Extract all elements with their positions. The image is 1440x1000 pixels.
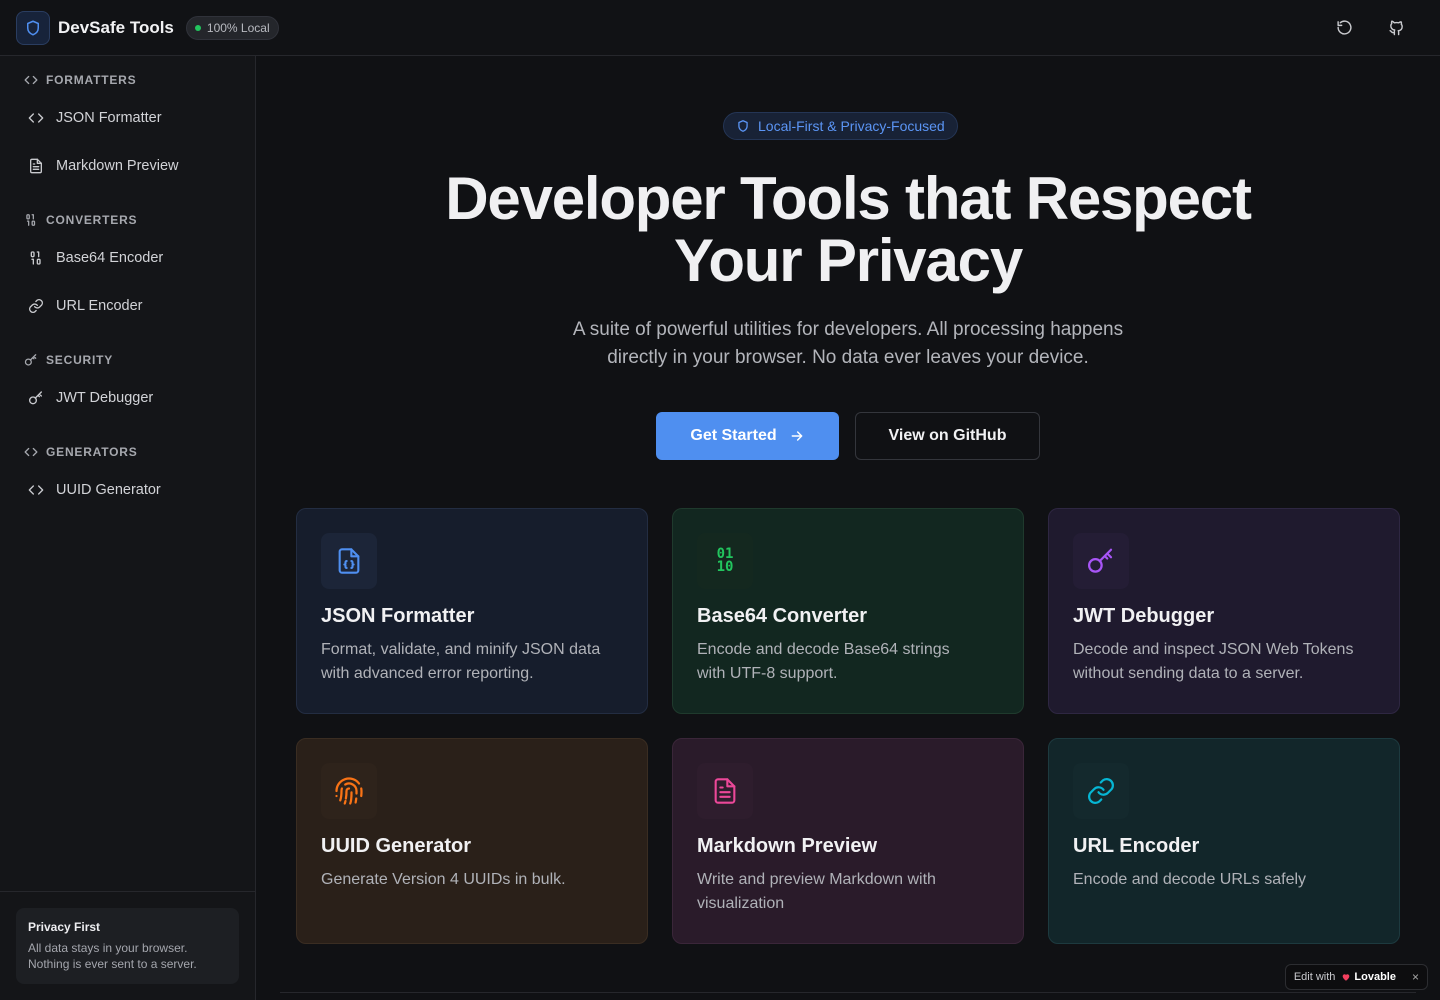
card-desc-line1: Generate Version 4 UUIDs in bulk. [321, 871, 566, 888]
app-logo[interactable] [16, 10, 50, 45]
sidebar-item-label: Base64 Encoder [56, 250, 164, 266]
sidebar-item-label: JWT Debugger [56, 390, 154, 406]
code-icon [24, 75, 38, 85]
content-divider [280, 992, 1416, 993]
sidebar-section-converters: CONVERTERS [0, 210, 137, 230]
card-title: UUID Generator [321, 835, 472, 857]
sidebar-item-json-formatter[interactable]: JSON Formatter [16, 98, 240, 138]
card-desc-line2: with advanced error reporting. [321, 665, 534, 682]
sidebar-item-uuid-generator[interactable]: UUID Generator [16, 470, 240, 510]
github-icon [1388, 20, 1403, 36]
shield-icon [738, 120, 748, 132]
close-icon[interactable]: × [1412, 970, 1419, 984]
key-icon [1088, 548, 1113, 573]
card-desc-line2: visualization [697, 895, 785, 912]
reset-button[interactable] [1328, 12, 1360, 44]
hero-subtitle-line2: directly in your browser. No data ever l… [607, 347, 1089, 368]
card-desc-line1: Decode and inspect JSON Web Tokens [1073, 641, 1354, 658]
hero-title: Developer Tools that Respect Your Privac… [256, 168, 1440, 292]
code-icon [28, 485, 44, 495]
app-title: DevSafe Tools [58, 17, 174, 37]
card-title: JWT Debugger [1073, 605, 1215, 627]
refresh-icon [1336, 20, 1352, 35]
key-icon [29, 391, 42, 405]
hero-subtitle: A suite of powerful utilities for develo… [518, 316, 1178, 372]
sidebar-item-label: JSON Formatter [56, 110, 162, 126]
sidebar-item-label: Markdown Preview [56, 158, 179, 174]
sidebar-item-base64-encoder[interactable]: Base64 Encoder [16, 238, 240, 278]
tool-card-base64-converter[interactable]: 01 10 Base64 Converter Encode and decode… [672, 508, 1024, 714]
binary-icon [26, 214, 36, 226]
card-icon-wrap [321, 763, 377, 819]
hero-badge: Local-First & Privacy-Focused [723, 112, 958, 140]
get-started-label: Get Started [690, 427, 777, 444]
card-icon-wrap [1073, 533, 1129, 589]
file-text-icon [30, 158, 42, 174]
fingerprint-icon [335, 777, 363, 805]
card-icon-wrap [1073, 763, 1129, 819]
card-desc-line1: Encode and decode URLs safely [1073, 871, 1307, 888]
link-icon [29, 299, 43, 313]
view-on-github-label: View on GitHub [888, 427, 1007, 444]
code-icon [24, 447, 38, 457]
sidebar-item-jwt-debugger[interactable]: JWT Debugger [16, 378, 240, 418]
card-desc-line2: without sending data to a server. [1073, 665, 1304, 682]
file-json-icon [338, 548, 360, 574]
heart-icon [1343, 974, 1350, 981]
key-icon [24, 354, 37, 366]
card-icon-wrap: 01 10 [697, 533, 753, 589]
sidebar-item-label: UUID Generator [56, 482, 161, 498]
github-link-button[interactable] [1380, 12, 1412, 44]
sidebar-item-label: URL Encoder [56, 298, 143, 314]
privacy-title: Privacy First [28, 920, 101, 934]
card-title: Base64 Converter [697, 605, 868, 627]
lovable-brand: Lovable [1341, 971, 1396, 983]
card-desc-line1: Format, validate, and minify JSON data [321, 641, 601, 658]
card-title: Markdown Preview [697, 835, 878, 857]
file-text-icon [714, 778, 736, 804]
card-icon-wrap [321, 533, 377, 589]
sidebar-section-security: SECURITY [0, 350, 113, 370]
sidebar-footer: Privacy First All data stays in your bro… [0, 891, 255, 1000]
code-icon [28, 113, 44, 123]
card-icon-wrap [697, 763, 753, 819]
hero-title-line1: Developer Tools that Respect [445, 165, 1252, 232]
card-desc-line1: Encode and decode Base64 strings [697, 641, 950, 658]
top-header: DevSafe Tools 100% Local [0, 0, 1440, 56]
hero-subtitle-line1: A suite of powerful utilities for develo… [572, 319, 1124, 340]
hero-badge-label: Local-First & Privacy-Focused [758, 118, 945, 134]
privacy-text-line2: Nothing is ever sent to a server. [28, 957, 197, 971]
card-title: JSON Formatter [321, 605, 475, 627]
tool-card-jwt-debugger[interactable]: JWT Debugger Decode and inspect JSON Web… [1048, 508, 1400, 714]
privacy-text-line1: All data stays in your browser. [28, 941, 188, 955]
card-desc-line1: Write and preview Markdown with [697, 871, 936, 888]
main-content: Local-First & Privacy-Focused Developer … [256, 56, 1440, 1000]
sidebar-item-url-encoder[interactable]: URL Encoder [16, 286, 240, 326]
tool-card-uuid-generator[interactable]: UUID Generator Generate Version 4 UUIDs … [296, 738, 648, 944]
get-started-button[interactable]: Get Started [656, 412, 839, 460]
local-status-badge: 100% Local [185, 15, 279, 40]
sidebar-section-generators: GENERATORS [0, 442, 138, 462]
card-title: URL Encoder [1073, 835, 1200, 857]
hero-title-line2: Your Privacy [673, 227, 1023, 294]
link-icon [1088, 778, 1114, 804]
edit-with-lovable-badge[interactable]: Edit with Lovable × [1284, 964, 1428, 990]
card-desc-line2: with UTF-8 support. [697, 665, 838, 682]
lovable-prefix: Edit with [1293, 971, 1336, 983]
binary-icon [30, 251, 41, 265]
local-badge-label: 100% Local [206, 20, 270, 35]
binary-icon: 01 10 [716, 546, 734, 575]
tool-card-url-encoder[interactable]: URL Encoder Encode and decode URLs safel… [1048, 738, 1400, 944]
shield-icon [27, 20, 39, 35]
sidebar: FORMATTERS JSON Formatter Markdown Previ… [0, 56, 256, 1000]
arrow-right-icon [791, 431, 803, 441]
tool-card-json-formatter[interactable]: JSON Formatter Format, validate, and min… [296, 508, 648, 714]
status-dot [194, 24, 201, 31]
sidebar-section-formatters: FORMATTERS [0, 70, 136, 90]
sidebar-item-markdown-preview[interactable]: Markdown Preview [16, 146, 240, 186]
view-on-github-button[interactable]: View on GitHub [855, 412, 1040, 460]
tool-card-markdown-preview[interactable]: Markdown Preview Write and preview Markd… [672, 738, 1024, 944]
privacy-card: Privacy First All data stays in your bro… [16, 908, 239, 984]
